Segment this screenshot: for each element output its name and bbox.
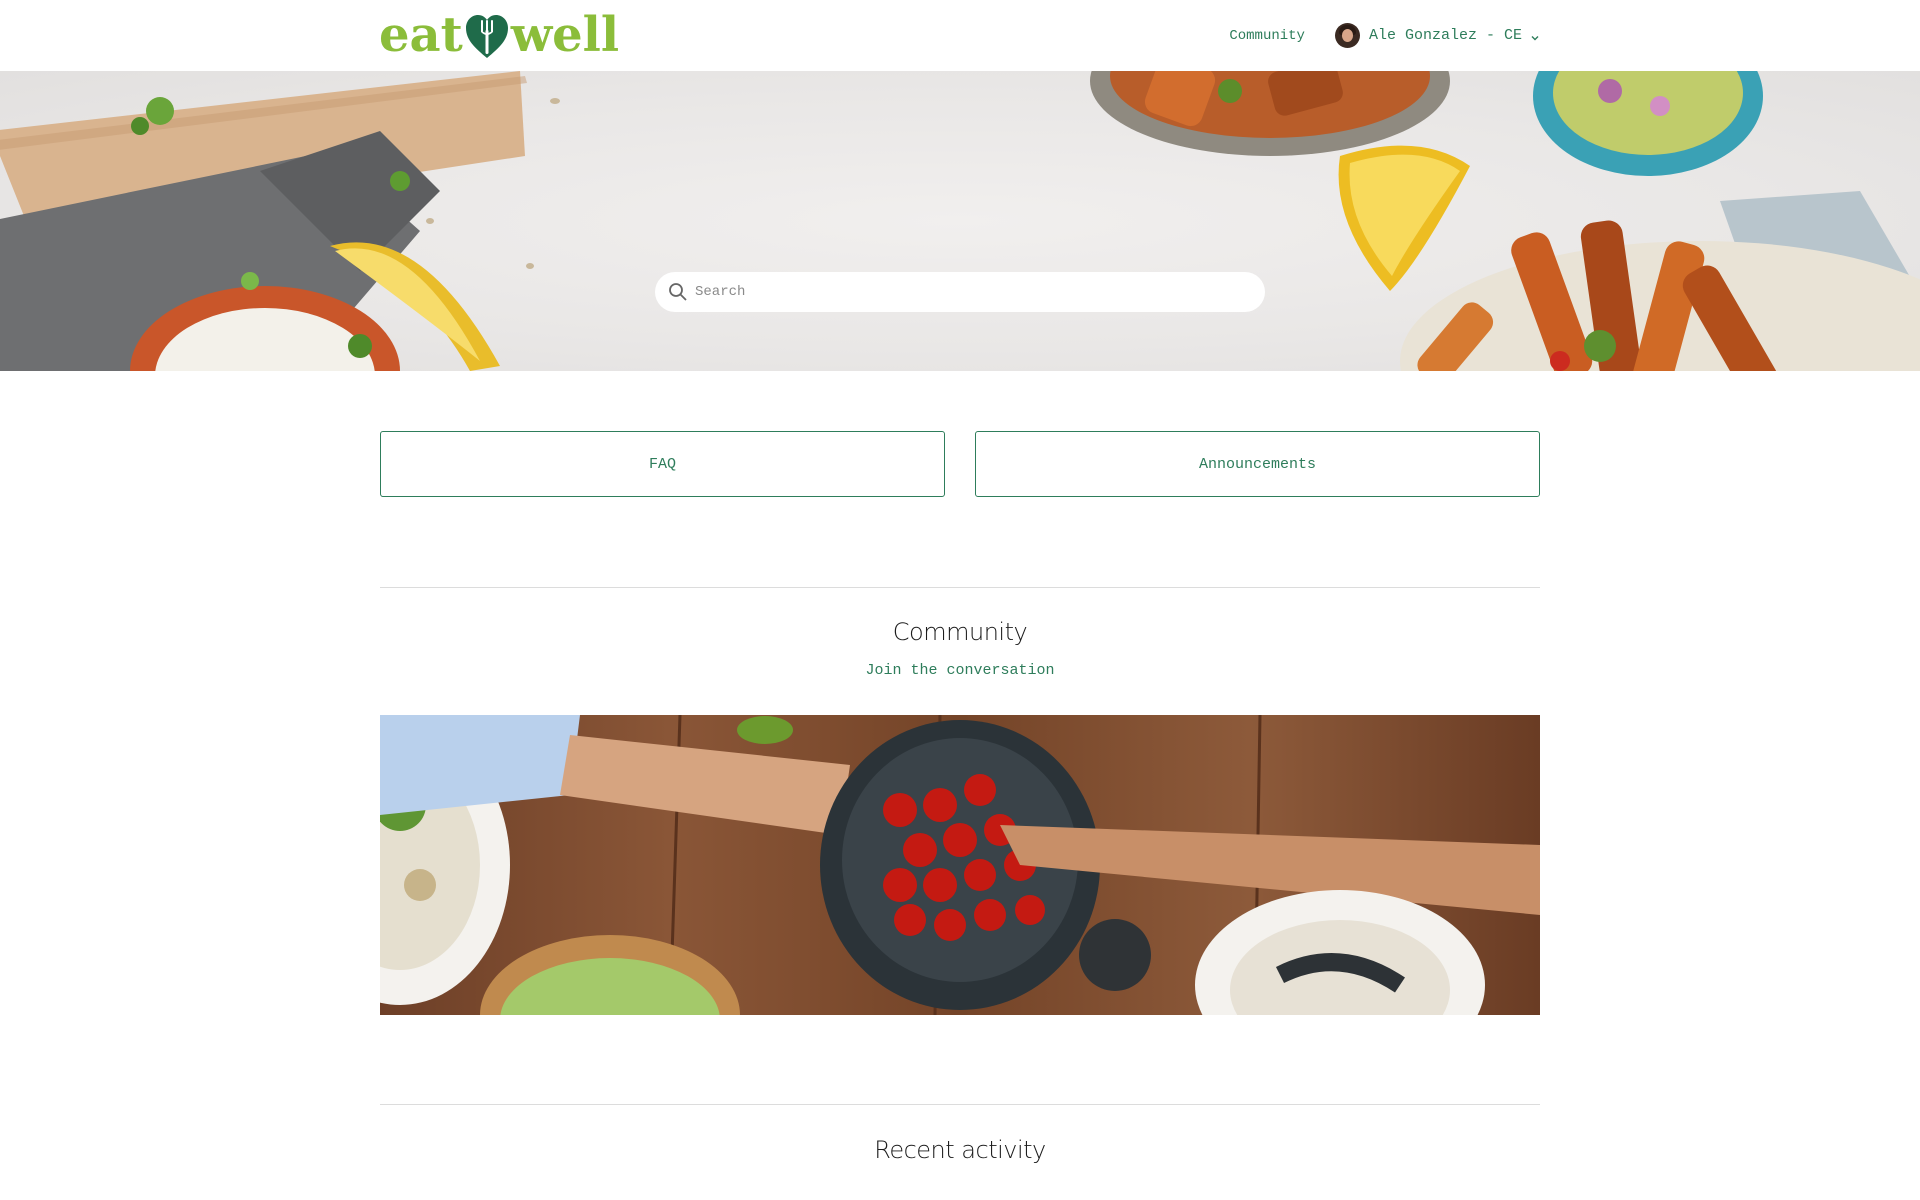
search-bar: [655, 272, 1265, 312]
recent-activity-title: Recent activity: [874, 1136, 1046, 1164]
logo-text-well: well: [510, 7, 620, 63]
community-image[interactable]: [380, 715, 1540, 1015]
join-conversation-link[interactable]: Join the conversation: [380, 662, 1540, 679]
site-header: eat well Community Ale Gonzalez - CE: [0, 0, 1920, 71]
nav-community-link[interactable]: Community: [1229, 28, 1305, 44]
user-name: Ale Gonzalez - CE: [1368, 27, 1522, 44]
section-divider: [380, 1104, 1540, 1105]
chevron-down-icon: [1530, 31, 1540, 41]
search-icon: [668, 282, 688, 302]
announcements-block-button[interactable]: Announcements: [975, 431, 1540, 497]
hero-food-image: [0, 71, 1920, 371]
section-divider: [380, 587, 1540, 588]
faq-block-button[interactable]: FAQ: [380, 431, 945, 497]
user-menu[interactable]: Ale Gonzalez - CE: [1334, 23, 1540, 48]
search-input[interactable]: [695, 284, 1235, 300]
logo-text-eat: eat: [379, 7, 463, 63]
community-title: Community: [892, 618, 1028, 646]
avatar: [1334, 23, 1360, 48]
hero-banner: [0, 71, 1920, 371]
eatwell-logo[interactable]: eat well: [379, 7, 620, 63]
header-nav: Community Ale Gonzalez - CE: [1229, 0, 1540, 71]
heart-fork-icon: [465, 14, 509, 60]
